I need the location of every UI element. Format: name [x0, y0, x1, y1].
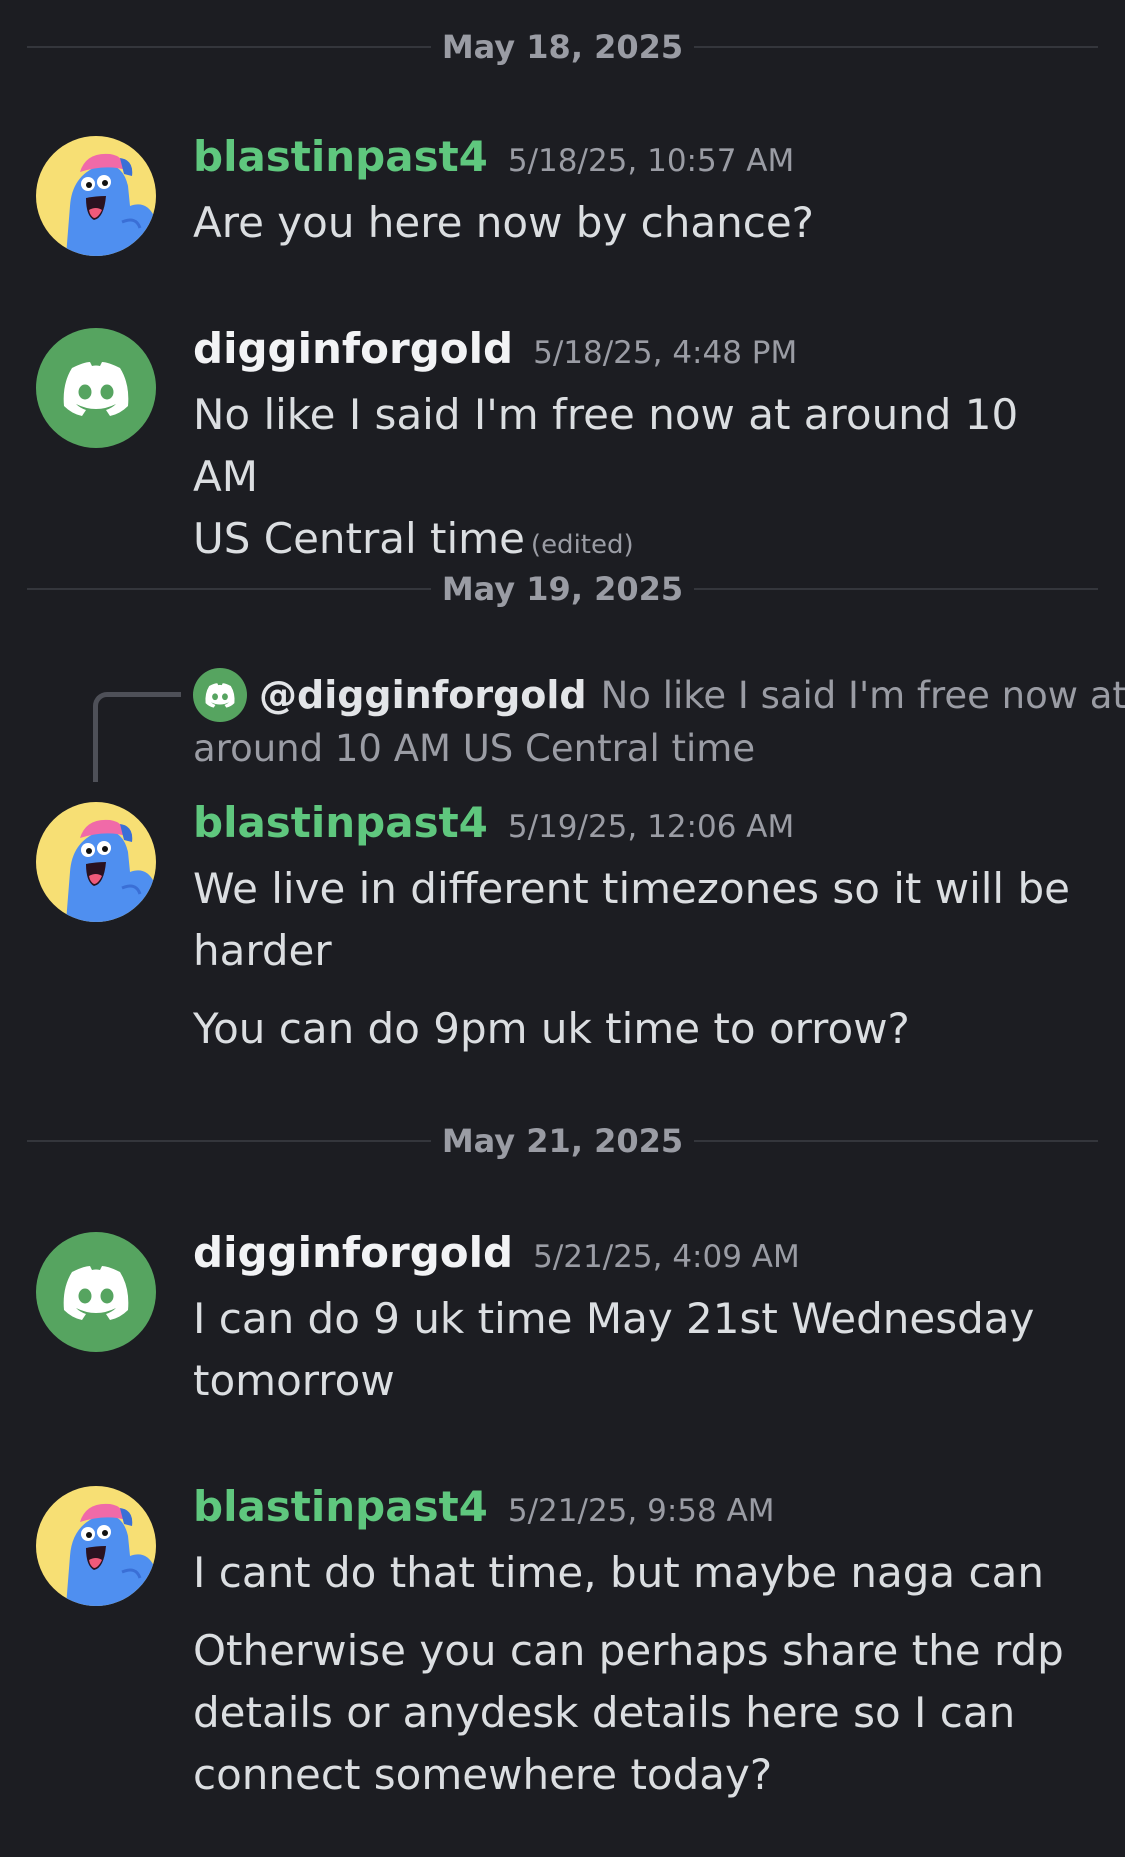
username[interactable]: digginforgold [193, 324, 513, 373]
username[interactable]: blastinpast4 [193, 1482, 488, 1531]
user-avatar-digginforgold[interactable] [36, 328, 156, 448]
message-header: digginforgold 5/21/25, 4:09 AM [193, 1228, 800, 1282]
date-divider: May 18, 2025 [27, 27, 1098, 67]
username[interactable]: blastinpast4 [193, 798, 488, 847]
discord-logo-icon [205, 683, 235, 708]
discord-logo-icon [63, 362, 129, 416]
message-line: tomorrow [193, 1356, 395, 1405]
message-timestamp: 5/19/25, 12:06 AM [507, 809, 795, 845]
username[interactable]: blastinpast4 [193, 132, 488, 181]
reply-preview[interactable]: @digginforgold No like I said I'm free no… [259, 668, 1125, 730]
divider-line [694, 46, 1098, 48]
message-text: Otherwise you can perhaps share the rdp … [193, 1620, 1093, 1806]
blue-mascot-avatar-icon [66, 1503, 156, 1606]
message-text: No like I said I'm free now at around 10… [193, 384, 1093, 576]
message-text: You can do 9pm uk time to orrow? [193, 998, 1093, 1060]
message-line: Are you here now by chance? [193, 198, 814, 247]
message-line: We live in different timezones so it wil… [193, 864, 1070, 913]
message-text: We live in different timezones so it wil… [193, 858, 1093, 982]
message-text: I cant do that time, but maybe naga can [193, 1542, 1093, 1604]
divider-line [694, 588, 1098, 590]
message-timestamp: 5/21/25, 9:58 AM [507, 1493, 775, 1529]
user-avatar-digginforgold[interactable] [36, 1232, 156, 1352]
message-header: blastinpast4 5/18/25, 10:57 AM [193, 132, 794, 186]
edited-label: (edited) [530, 530, 634, 560]
message-header: digginforgold 5/18/25, 4:48 PM [193, 324, 797, 378]
reply-mention[interactable]: @digginforgold [259, 673, 587, 717]
message-header: blastinpast4 5/21/25, 9:58 AM [193, 1482, 775, 1536]
message-line: details or anydesk details here so I can [193, 1688, 1016, 1737]
message-timestamp: 5/18/25, 10:57 AM [507, 143, 795, 179]
reply-avatar[interactable] [193, 668, 247, 722]
message-header: blastinpast4 5/19/25, 12:06 AM [193, 798, 794, 852]
message-line: connect somewhere today? [193, 1750, 773, 1799]
message-line-text: US Central time [193, 514, 525, 563]
divider-line [694, 1140, 1098, 1142]
reply-preview-text: around 10 AM US Central time [193, 727, 756, 770]
user-avatar-blastinpast4[interactable] [36, 136, 156, 256]
date-divider: May 21, 2025 [27, 1121, 1098, 1161]
message-line: No like I said I'm free now at around 10… [193, 390, 1019, 501]
blue-mascot-avatar-icon [66, 153, 156, 256]
reply-connector [93, 692, 181, 782]
user-avatar-blastinpast4[interactable] [36, 802, 156, 922]
message-line: US Central time (edited) [193, 508, 1093, 576]
message-line: harder [193, 926, 332, 975]
user-avatar-blastinpast4[interactable] [36, 1486, 156, 1606]
message-line: You can do 9pm uk time to orrow? [193, 1004, 910, 1053]
message-timestamp: 5/18/25, 4:48 PM [533, 335, 798, 371]
date-divider: May 19, 2025 [27, 569, 1098, 609]
message-line: I can do 9 uk time May 21st Wednesday [193, 1294, 1035, 1343]
discord-logo-icon [63, 1266, 129, 1320]
message-line: Otherwise you can perhaps share the rdp [193, 1626, 1064, 1675]
reply-preview-text: No like I said I'm free now at [600, 674, 1125, 717]
message-timestamp: 5/21/25, 4:09 AM [533, 1239, 800, 1275]
message-line: I cant do that time, but maybe naga can [193, 1548, 1044, 1597]
message-text: Are you here now by chance? [193, 192, 1093, 254]
blue-mascot-avatar-icon [66, 819, 156, 922]
message-text: I can do 9 uk time May 21st Wednesday to… [193, 1288, 1093, 1412]
username[interactable]: digginforgold [193, 1228, 513, 1277]
